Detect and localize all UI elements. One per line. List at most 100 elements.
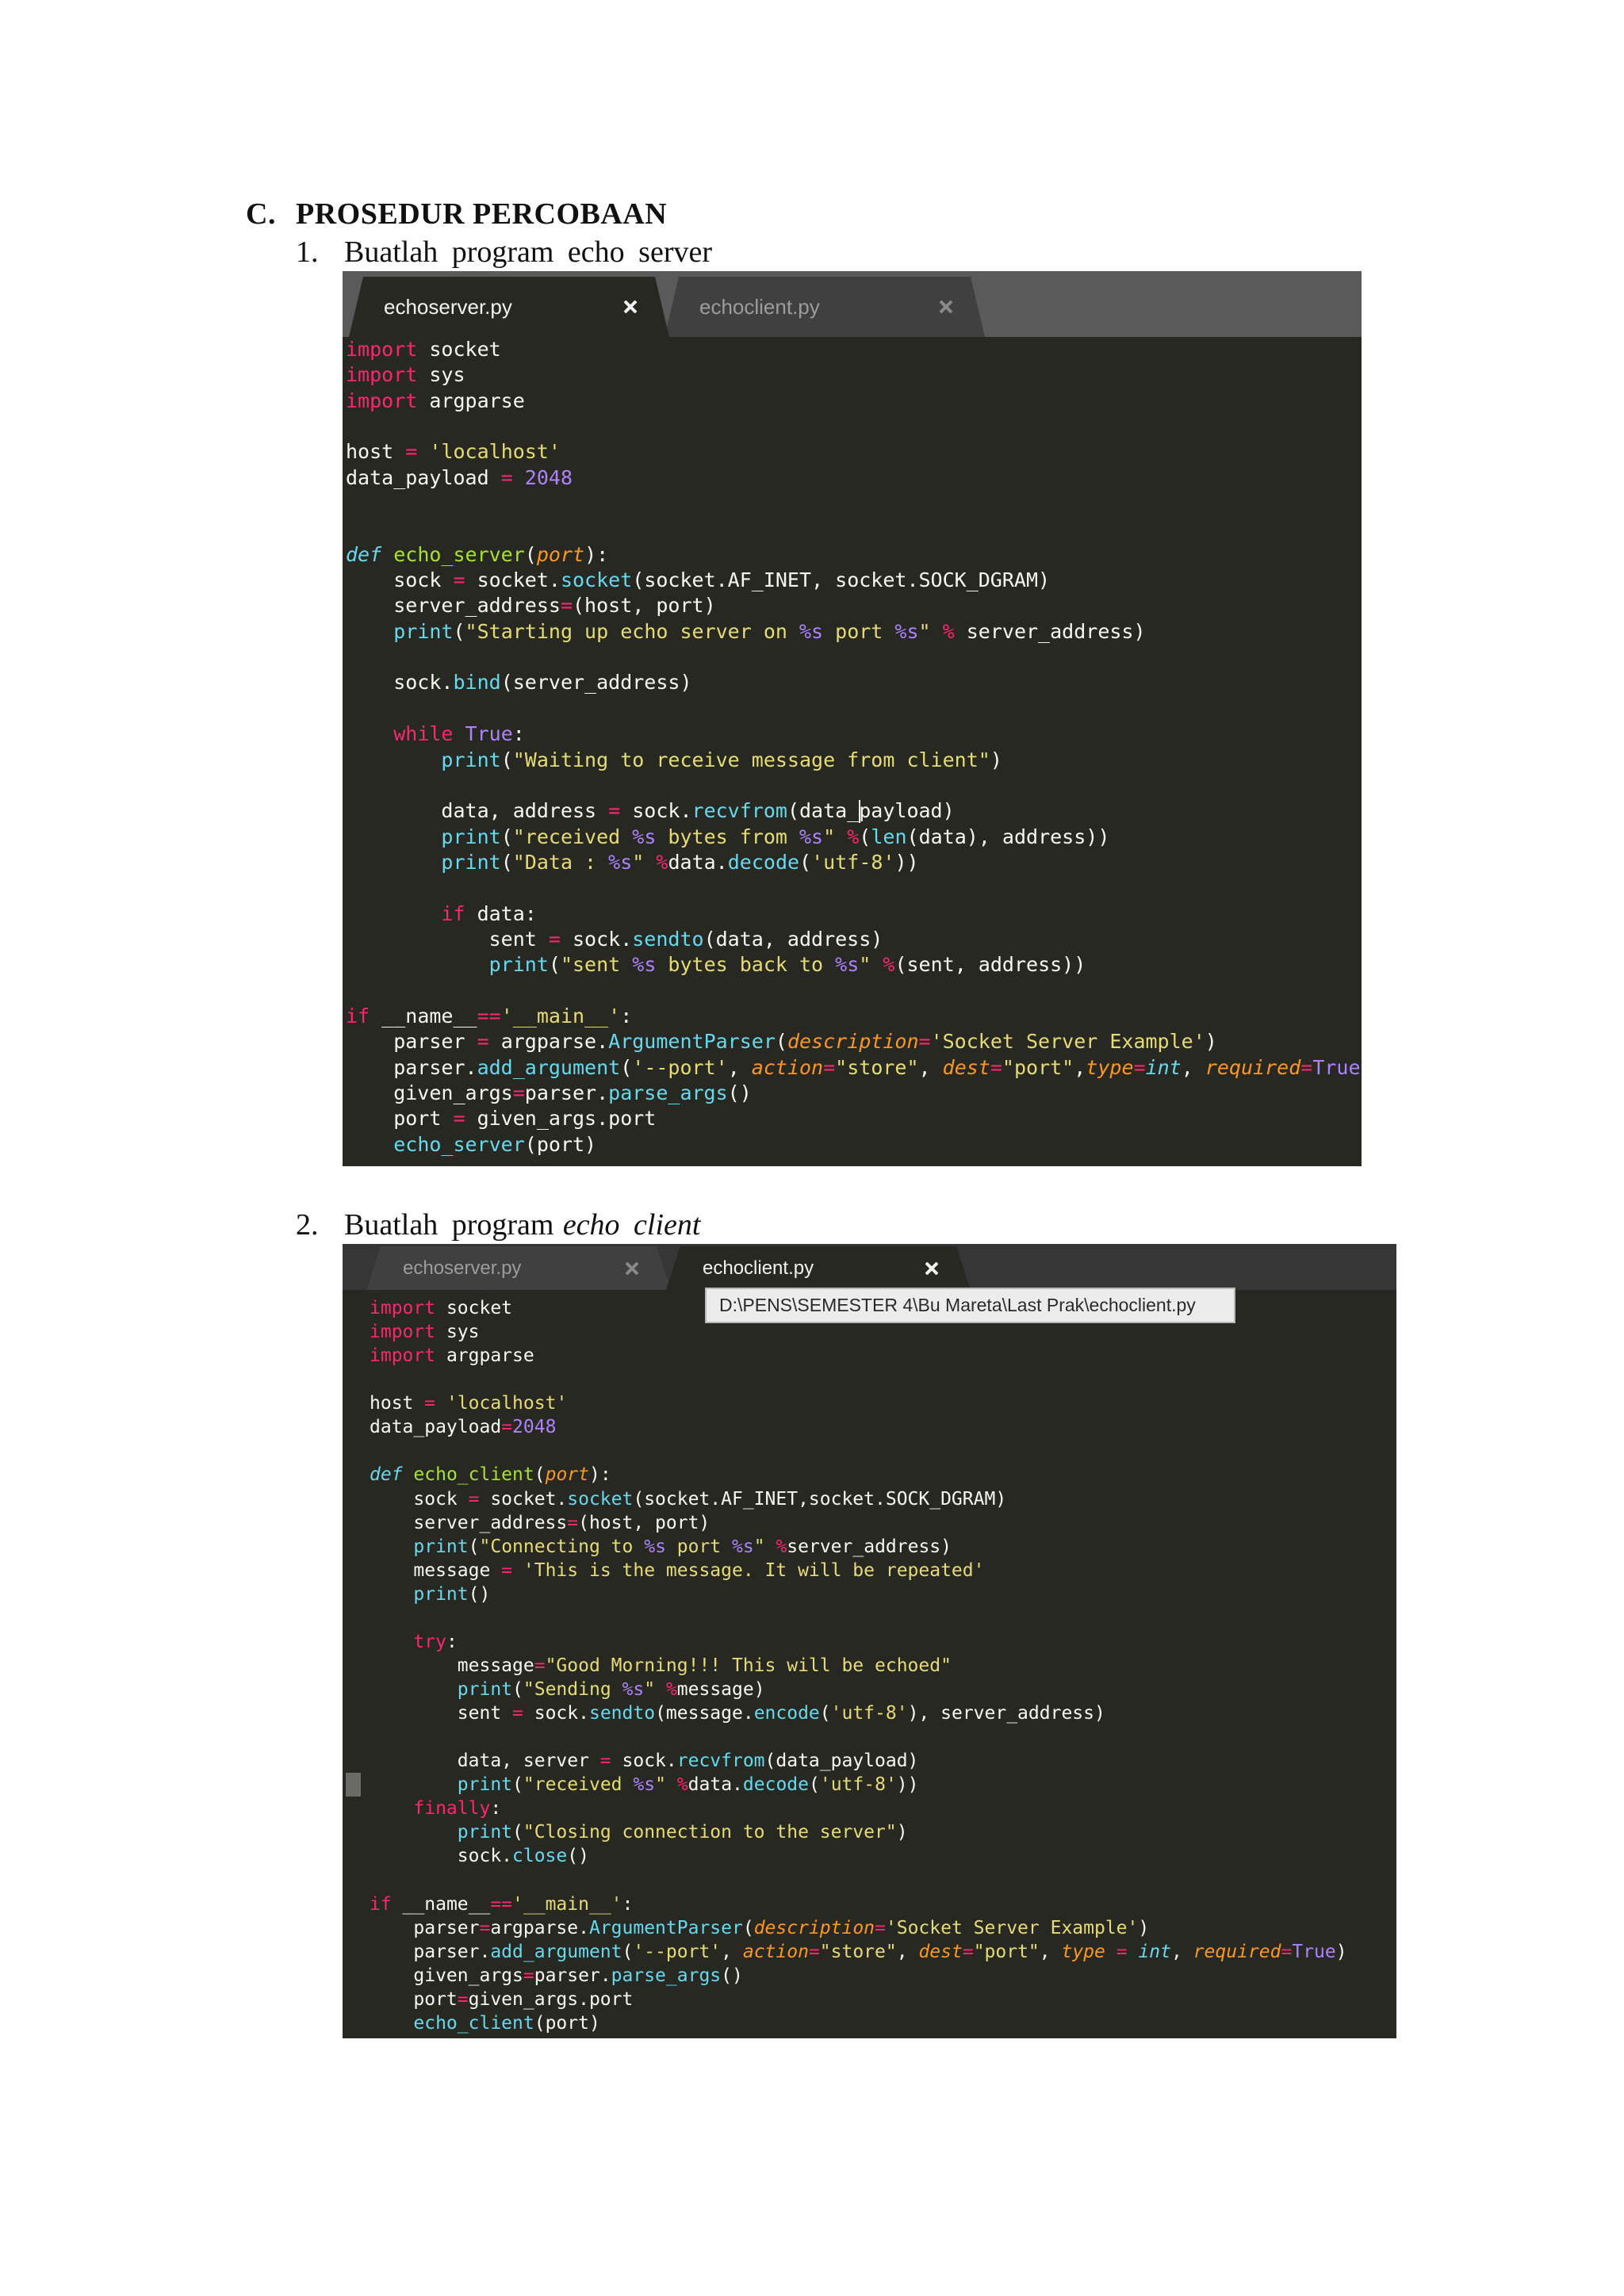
gutter-marker [346, 1773, 361, 1797]
code-line[interactable]: if __name__=='__main__': [346, 1004, 1362, 1029]
code-line[interactable]: sock.bind(server_address) [346, 670, 1362, 695]
code-line[interactable]: import sys [370, 1320, 1396, 1344]
code-token: action [751, 1055, 824, 1079]
tab-echoserver-py[interactable]: echoserver.py [366, 1246, 671, 1290]
code-token: = [500, 465, 513, 489]
code-line[interactable] [346, 414, 1362, 439]
code-line[interactable]: print("sent %s bytes back to %s" %(sent,… [346, 952, 1362, 978]
code-line[interactable]: sock = socket.socket(socket.AF_INET,sock… [370, 1487, 1396, 1511]
code-line[interactable]: parser = argparse.ArgumentParser(descrip… [346, 1029, 1362, 1054]
code-token: ) [1205, 1030, 1217, 1054]
code-token: given_args [346, 1081, 513, 1104]
code-token: "Good Morning!!! This will be echoed" [545, 1655, 952, 1676]
code-line[interactable]: data, server = sock.recvfrom(data_payloa… [370, 1749, 1396, 1773]
close-icon[interactable] [625, 1261, 639, 1276]
code-line[interactable]: import argparse [370, 1344, 1396, 1368]
code-line[interactable] [346, 491, 1362, 516]
code-line[interactable]: parser.add_argument('--port', action="st… [346, 1055, 1362, 1081]
code-line[interactable]: port = given_args.port [346, 1106, 1362, 1131]
code-line[interactable]: print("Sending %s" %message) [370, 1678, 1396, 1701]
code-line[interactable]: data_payload = 2048 [346, 465, 1362, 491]
code-area[interactable]: import socket import sys import argparse ho… [343, 1290, 1396, 2038]
code-line[interactable] [370, 1439, 1396, 1463]
code-token: = [501, 1559, 513, 1581]
code-line[interactable] [346, 773, 1362, 798]
close-icon[interactable] [939, 300, 953, 314]
code-line[interactable]: print("Starting up echo server on %s por… [346, 619, 1362, 645]
code-line[interactable]: sent = sock.sendto(data, address) [346, 927, 1362, 952]
code-token: = [405, 440, 418, 464]
code-token: argparse. [490, 1917, 589, 1938]
code-token: message) [676, 1679, 765, 1700]
code-line[interactable]: try: [370, 1630, 1396, 1654]
tab-echoserver-py[interactable]: echoserver.py [349, 277, 669, 337]
code-token: description [753, 1917, 875, 1938]
code-line[interactable]: host = 'localhost' [346, 439, 1362, 465]
code-line[interactable]: data_payload=2048 [370, 1415, 1396, 1439]
code-line[interactable]: import socket [346, 337, 1362, 362]
code-line[interactable]: print("Connecting to %s port %s" %server… [370, 1535, 1396, 1559]
code-line[interactable]: import sys [346, 362, 1362, 388]
code-token: recvfrom [676, 1751, 765, 1772]
tab-label: echoserver.py [384, 294, 512, 319]
code-line[interactable]: echo_server(port) [346, 1132, 1362, 1158]
code-line[interactable]: print("received %s bytes from %s" %(len(… [346, 825, 1362, 850]
code-token: port [370, 1988, 458, 2010]
code-token: data: [465, 901, 537, 925]
code-line[interactable]: data, address = sock.recvfrom(data_paylo… [346, 798, 1362, 824]
close-icon[interactable] [925, 1261, 939, 1276]
code-line[interactable] [346, 516, 1362, 541]
code-line[interactable] [346, 645, 1362, 670]
code-line[interactable] [370, 1368, 1396, 1391]
code-line[interactable]: message="Good Morning!!! This will be ec… [370, 1654, 1396, 1678]
code-line[interactable]: message = 'This is the message. It will … [370, 1559, 1396, 1582]
code-line[interactable]: print("Waiting to receive message from c… [346, 748, 1362, 773]
code-line[interactable]: sent = sock.sendto(message.encode('utf-8… [370, 1701, 1396, 1725]
code-line[interactable] [370, 1869, 1396, 1892]
code-token: )) [896, 1774, 919, 1796]
code-line[interactable]: def echo_client(port): [370, 1463, 1396, 1487]
code-line[interactable] [370, 1725, 1396, 1749]
code-line[interactable]: if data: [346, 901, 1362, 927]
code-line[interactable]: given_args=parser.parse_args() [346, 1081, 1362, 1106]
code-line[interactable]: port=given_args.port [370, 1988, 1396, 2011]
code-line[interactable]: parser=argparse.ArgumentParser(descripti… [370, 1916, 1396, 1940]
code-line[interactable]: sock.close() [370, 1844, 1396, 1868]
editor-echoclient-screenshot: echoserver.py echoclient.py import socket… [343, 1244, 1396, 2038]
code-line[interactable]: print("Data : %s" %data.decode('utf-8')) [346, 850, 1362, 875]
code-token: print [413, 1583, 469, 1605]
code-line[interactable]: import argparse [346, 388, 1362, 414]
code-token: "Data : [512, 850, 609, 874]
code-line[interactable]: parser.add_argument('--port', action="st… [370, 1940, 1396, 1964]
code-line[interactable]: print("received %s" %data.decode('utf-8'… [370, 1773, 1396, 1797]
tab-label: echoclient.py [699, 294, 820, 319]
code-line[interactable] [370, 1606, 1396, 1630]
code-line[interactable]: print() [370, 1582, 1396, 1606]
code-area[interactable]: import socket import sys import argparse ho… [343, 337, 1362, 1166]
code-line[interactable] [346, 696, 1362, 721]
tab-echoclient-py[interactable]: echoclient.py [666, 1246, 971, 1290]
code-line[interactable]: sock = socket.socket(socket.AF_INET, soc… [346, 568, 1362, 593]
code-line[interactable]: finally: [370, 1797, 1396, 1820]
code-line[interactable] [346, 875, 1362, 901]
code-line[interactable]: server_address=(host, port) [346, 593, 1362, 618]
code-token: 'Socket Server Example' [885, 1917, 1139, 1938]
code-line[interactable] [346, 978, 1362, 1004]
code-line[interactable]: given_args=parser.parse_args() [370, 1964, 1396, 1988]
section-heading: C. PROSEDUR PERCOBAAN [246, 197, 667, 231]
code-line[interactable]: def echo_server(port): [346, 542, 1362, 568]
code-line[interactable]: host = 'localhost' [370, 1391, 1396, 1415]
code-line[interactable]: echo_client(port) [370, 2011, 1396, 2035]
code-line[interactable]: print("Closing connection to the server"… [370, 1820, 1396, 1844]
code-token: while [393, 722, 454, 746]
code-line[interactable]: while True: [346, 721, 1362, 747]
code-line[interactable]: server_address=(host, port) [370, 1511, 1396, 1535]
tab-echoclient-py[interactable]: echoclient.py [665, 277, 985, 337]
code-line[interactable]: if __name__=='__main__': [370, 1892, 1396, 1916]
code-token: import [346, 388, 418, 412]
close-icon[interactable] [623, 300, 638, 314]
